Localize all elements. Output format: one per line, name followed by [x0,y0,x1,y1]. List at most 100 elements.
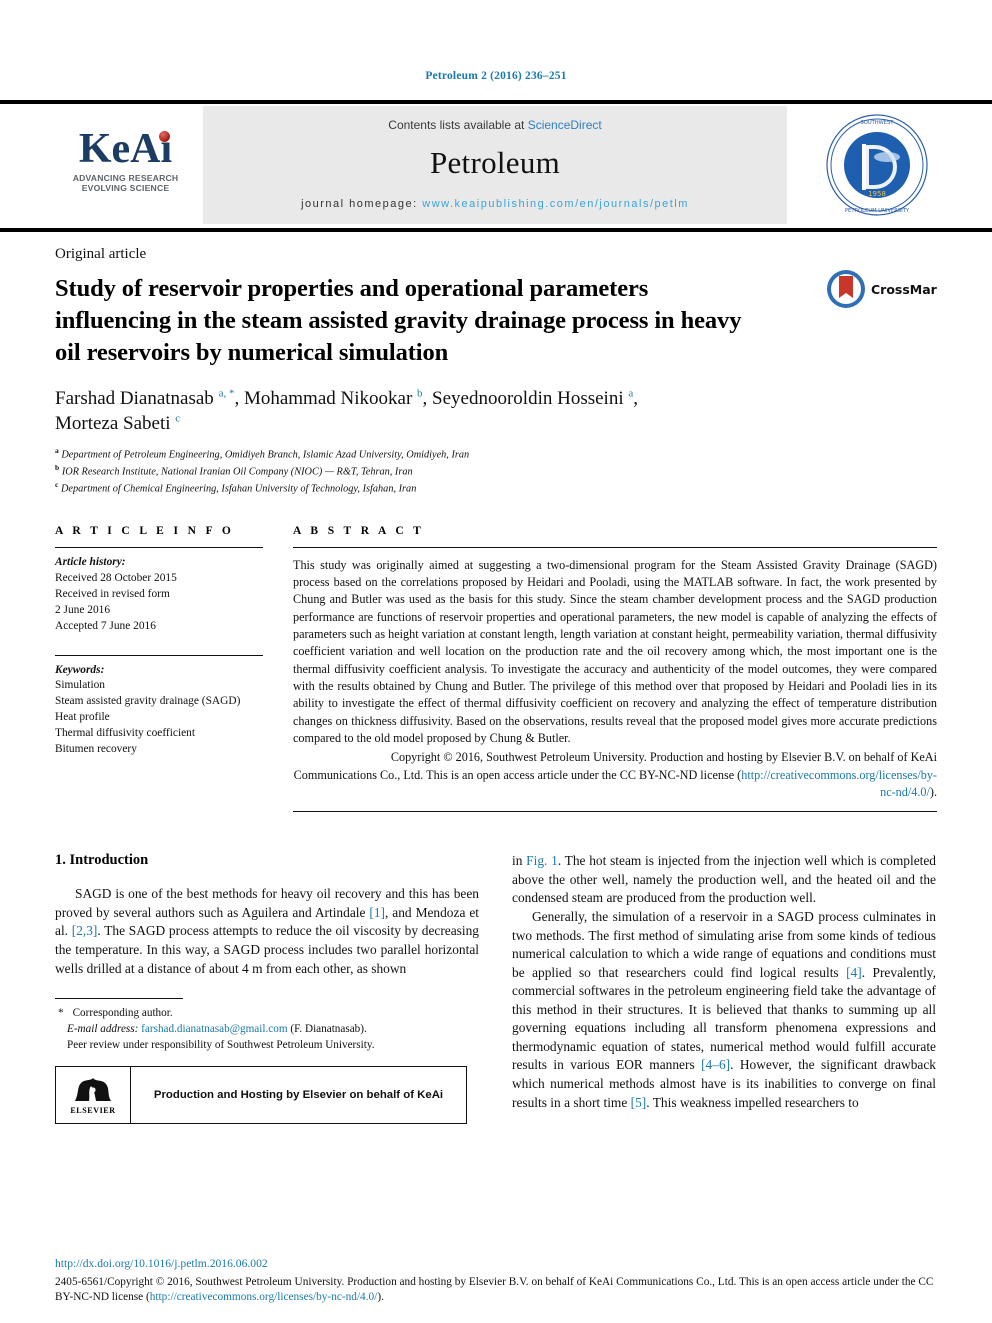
keai-tagline-line2: EVOLVING SCIENCE [81,183,170,194]
keai-tagline-line1: ADVANCING RESEARCH [72,172,179,183]
author-4: Morteza Sabeti [55,413,176,435]
elsevier-hosting-text: Production and Hosting by Elsevier on be… [153,1089,444,1102]
doi-link[interactable]: http://dx.doi.org/10.1016/j.petlm.2016.0… [55,1257,268,1270]
history-item: Received 28 October 2015 [55,571,177,584]
author-4-sup: c [175,413,181,426]
article-info-heading: A R T I C L E I N F O [55,524,235,537]
affiliation-text: Department of Chemical Engineering, Isfa… [60,483,417,495]
citation-ref-2-3[interactable]: [2,3] [72,923,98,938]
email-line: E-mail address: farshad.dianatnasab@gmai… [67,1021,479,1037]
affiliation-mark: a [55,446,59,456]
footnote-block: * Corresponding author. E-mail address: f… [55,998,479,1125]
author-list: Farshad Dianatnasab a, *, Mohammad Nikoo… [55,386,937,438]
affiliation-text: Department of Petroleum Engineering, Omi… [61,449,470,461]
history-item: Received in revised form [55,587,170,600]
keywords-label: Keywords: [55,663,105,676]
citation-ref-4[interactable]: [4] [846,965,862,980]
masthead-gray-panel: Contents lists available at ScienceDirec… [203,106,787,224]
keai-logo: KeAi ADVANCING RESEARCH EVOLVING SCIENCE [63,128,188,194]
right-text-a: in [512,853,527,869]
contents-prefix: Contents lists available at [388,118,528,132]
elsevier-hosting-box: ELSEVIER Production and Hosting by Elsev… [55,1066,467,1125]
citation-ref-4-6[interactable]: [4–6] [701,1057,730,1072]
article-history-block: Article history: Received 28 October 201… [55,555,263,635]
keyword-item: Simulation [55,679,105,692]
svg-text:1958: 1958 [868,190,886,198]
footnote-rule [55,998,183,1000]
elsevier-wordmark: ELSEVIER [70,1106,116,1116]
citation-ref-5[interactable]: [5] [631,1095,647,1110]
keai-wordmark-text: KeAi [78,126,173,172]
footnote-star-marker: * [58,1007,64,1020]
abstract-copyright: Copyright © 2016, Southwest Petroleum Un… [293,749,937,801]
svg-text:PETROLEUM UNIVERSITY: PETROLEUM UNIVERSITY [845,208,910,214]
footnote-text: * Corresponding author. E-mail address: f… [55,1005,479,1053]
footer-cc-license-link[interactable]: http://creativecommons.org/licenses/by-n… [150,1291,378,1303]
body-right-column: in Fig. 1. The hot steam is injected fro… [512,852,936,1124]
keai-wordmark: KeAi [79,128,172,170]
abstract-column: A B S T R A C T This study was originall… [293,525,937,813]
author-sep-3: , [633,387,638,409]
abstract-text: This study was originally aimed at sugge… [293,557,937,745]
intro-paragraph-right-1: in Fig. 1. The hot steam is injected fro… [512,852,936,908]
title-block: Original article Study of reservoir prop… [55,246,937,369]
crossmark-badge-icon[interactable]: CrossMark [825,268,937,310]
journal-homepage-link[interactable]: www.keaipublishing.com/en/journals/petlm [422,198,689,210]
email-suffix: (F. Dianatnasab). [290,1023,367,1036]
keyword-item: Thermal diffusivity coefficient [55,727,196,740]
figure-ref-fig1[interactable]: Fig. 1 [526,853,558,868]
elsevier-tree-icon [75,1078,111,1102]
keyword-item: Steam assisted gravity drainage (SAGD) [55,695,241,708]
author-1: Farshad Dianatnasab [55,387,219,409]
page-footer: http://dx.doi.org/10.1016/j.petlm.2016.0… [55,1254,937,1306]
abstract-rule [293,546,937,548]
sciencedirect-link[interactable]: ScienceDirect [528,118,602,132]
journal-homepage-line: journal homepage: www.keaipublishing.com… [203,198,787,210]
intro-left-text-c: . The SAGD process attempts to reduce th… [55,923,479,976]
article-history-label: Article history: [55,555,126,568]
intro-paragraph-right-2: Generally, the simulation of a reservoir… [512,908,936,1112]
article-info-rule [55,546,263,548]
author-1-sup: a, * [218,387,235,400]
corresponding-email-link[interactable]: farshad.dianatnasab@gmail.com [141,1023,287,1035]
journal-title: Petroleum [429,145,561,180]
article-page: Petroleum 2 (2016) 236–251 Contents list… [0,0,992,1323]
info-abstract-section: A R T I C L E I N F O Article history: R… [55,525,937,813]
university-seal-icon: 1958 SOUTHWEST PETROLEUM UNIVERSITY [826,114,928,216]
section-heading-introduction: 1. Introduction [55,852,149,869]
footer-copyright: 2405-6561/Copyright © 2016, Southwest Pe… [55,1275,937,1306]
copyright-text-part2: ). [929,784,937,799]
article-kind-label: Original article [55,246,147,262]
page-title: Study of reservoir properties and operat… [55,275,742,366]
homepage-label: journal homepage: [301,198,423,210]
affiliation-text: IOR Research Institute, National Iranian… [61,466,413,478]
history-item: Accepted 7 June 2016 [55,619,156,632]
keyword-item: Bitumen recovery [55,743,137,756]
peer-review-line: Peer review under responsibility of Sout… [67,1039,375,1052]
corresponding-author-text: Corresponding author. [72,1007,173,1020]
article-info-column: A R T I C L E I N F O Article history: R… [55,525,263,813]
journal-masthead: Contents lists available at ScienceDirec… [0,100,992,232]
affiliation-mark: b [55,463,60,473]
keyword-item: Heat profile [55,711,110,724]
corresponding-author-line: * Corresponding author. [58,1005,479,1021]
history-item: 2 June 2016 [55,603,111,616]
cc-license-link[interactable]: http://creativecommons.org/licenses/by-n… [741,768,937,799]
abstract-heading: A B S T R A C T [293,524,425,537]
body-left-column: 1. Introduction SAGD is one of the best … [55,852,479,1125]
masthead-top-rule [0,100,992,104]
affiliation-item: c Department of Chemical Engineering, Is… [55,480,937,497]
affiliation-item: b IOR Research Institute, National Irani… [55,463,937,480]
citation-ref-1[interactable]: [1] [369,905,385,920]
abstract-bottom-rule [293,811,937,813]
crossmark-label: CrossMark [871,282,937,297]
affiliation-item: a Department of Petroleum Engineering, O… [55,446,937,463]
affiliation-mark: c [55,479,59,489]
author-sep-1: , Mohammad Nikookar [234,387,418,409]
right-text-b: . The hot steam is injected from the inj… [512,853,936,906]
footer-text-b: ). [377,1290,384,1303]
keywords-rule [55,654,263,656]
contents-list-line: Contents lists available at ScienceDirec… [203,106,787,132]
running-head: Petroleum 2 (2016) 236–251 [425,70,567,82]
masthead-bottom-rule [0,228,992,232]
